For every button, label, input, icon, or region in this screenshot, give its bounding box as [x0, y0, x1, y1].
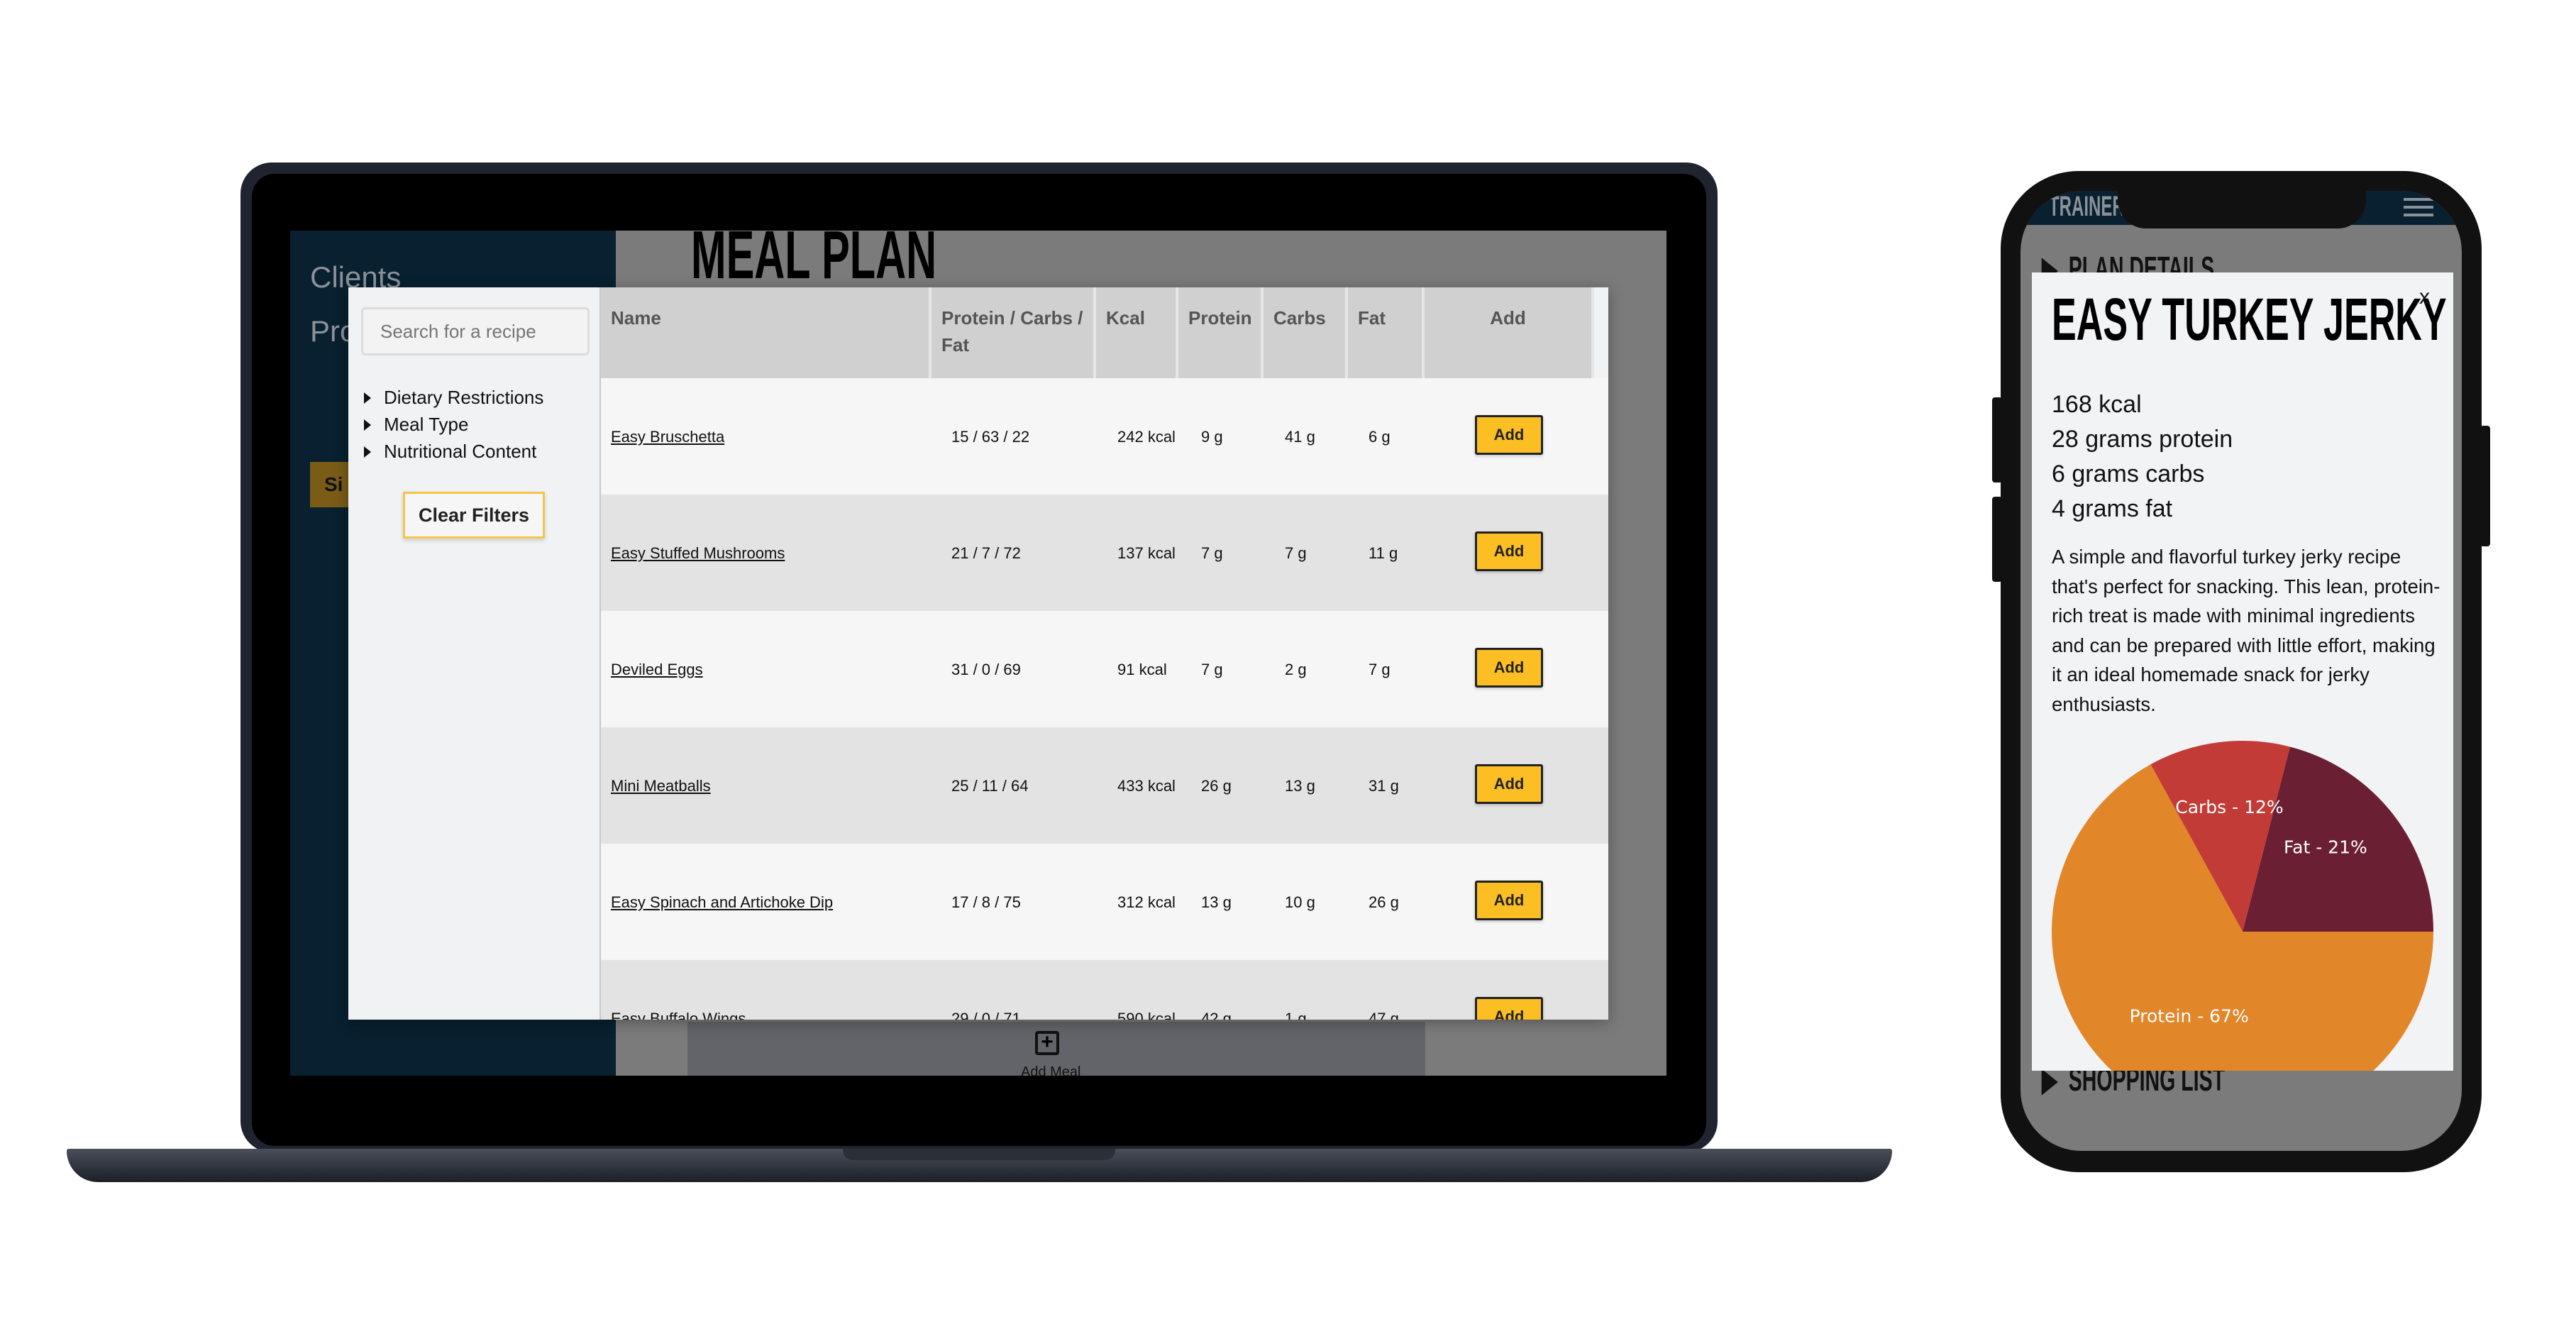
filter-label: Dietary Restrictions: [384, 387, 544, 408]
cell-protein: 7 g: [1201, 544, 1223, 562]
recipe-picker-modal: Dietary Restrictions Meal Type Nutrition…: [348, 287, 1608, 1020]
page-title: MEAL PLAN: [691, 231, 937, 293]
cell-fat: 26 g: [1369, 893, 1399, 911]
cell-fat: 47 g: [1369, 1010, 1399, 1020]
recipe-search-input[interactable]: [361, 307, 590, 355]
cell-protein: 26 g: [1201, 777, 1232, 795]
cell-ratio: 25 / 11 / 64: [951, 777, 1029, 795]
column-header-fat[interactable]: Fat: [1348, 287, 1425, 378]
hamburger-menu-icon[interactable]: [2404, 198, 2433, 216]
cell-kcal: 433 kcal: [1117, 777, 1176, 795]
add-recipe-button[interactable]: Add: [1475, 764, 1543, 804]
caret-right-icon: [364, 419, 371, 431]
cell-kcal: 590 kcal: [1117, 1010, 1176, 1020]
cell-fat: 11 g: [1369, 544, 1398, 562]
recipe-name-link[interactable]: Easy Bruschetta: [611, 428, 724, 446]
cell-kcal: 242 kcal: [1117, 428, 1176, 446]
cell-ratio: 15 / 63 / 22: [951, 428, 1030, 446]
column-header-add[interactable]: Add: [1425, 287, 1594, 378]
macro-pie-chart: Fat - 21%Carbs - 12% Protein - 67%: [2052, 741, 2433, 1071]
cell-fat: 7 g: [1369, 661, 1391, 678]
cell-carbs: 7 g: [1285, 544, 1307, 562]
cell-protein: 7 g: [1201, 661, 1223, 678]
recipe-name-link[interactable]: Easy Buffalo Wings: [611, 1010, 746, 1020]
recipe-name-link[interactable]: Easy Stuffed Mushrooms: [611, 544, 785, 563]
cell-carbs: 13 g: [1285, 777, 1315, 795]
cell-carbs: 2 g: [1285, 661, 1307, 678]
table-row: Deviled Eggs 31 / 0 / 69 91 kcal 7 g 2 g 7 g A…: [601, 611, 1608, 727]
phone-power-button: [2480, 426, 2490, 546]
column-header-carbs[interactable]: Carbs: [1264, 287, 1348, 378]
table-row: Easy Buffalo Wings 29 / 0 / 71 590 kcal 42 …: [601, 960, 1608, 1020]
recipe-detail-modal: EASY TURKEY JERKY x 168 kcal 28 grams pr…: [2032, 272, 2453, 1071]
cell-ratio: 17 / 8 / 75: [951, 893, 1021, 911]
caret-right-icon: [364, 446, 371, 458]
filter-label: Nutritional Content: [384, 441, 537, 462]
add-meal-icon[interactable]: +: [1035, 1031, 1059, 1055]
cell-carbs: 1 g: [1285, 1010, 1307, 1020]
recipe-name-link[interactable]: Mini Meatballs: [611, 777, 711, 795]
filter-meal-type[interactable]: Meal Type: [364, 414, 468, 436]
phone-volume-button: [1992, 397, 2002, 482]
cell-protein: 42 g: [1201, 1010, 1232, 1020]
cell-carbs: 41 g: [1285, 428, 1315, 446]
caret-right-icon: [364, 392, 371, 404]
column-header-protein[interactable]: Protein: [1178, 287, 1264, 378]
pie-label: Fat - 21%: [2284, 837, 2367, 857]
cell-fat: 31 g: [1369, 777, 1399, 795]
table-row: Easy Spinach and Artichoke Dip 17 / 8 / 7…: [601, 844, 1608, 960]
add-recipe-button[interactable]: Add: [1475, 648, 1543, 688]
cell-protein: 9 g: [1201, 428, 1223, 446]
filter-dietary-restrictions[interactable]: Dietary Restrictions: [364, 387, 543, 409]
add-meal-label[interactable]: Add Meal: [1021, 1064, 1081, 1076]
cell-carbs: 10 g: [1285, 893, 1315, 911]
add-recipe-button[interactable]: Add: [1475, 531, 1543, 571]
cell-ratio: 21 / 7 / 72: [951, 544, 1021, 562]
cell-ratio: 31 / 0 / 69: [951, 661, 1021, 678]
recipe-table: Name Protein / Carbs / Fat Kcal Protein Carb…: [601, 287, 1608, 1020]
add-recipe-button[interactable]: Add: [1475, 881, 1543, 920]
cell-protein: 13 g: [1201, 893, 1232, 911]
recipe-name-link[interactable]: Easy Spinach and Artichoke Dip: [611, 893, 833, 912]
column-header-protein-carbs-fat[interactable]: Protein / Carbs / Fat: [932, 287, 1096, 378]
filter-panel: Dietary Restrictions Meal Type Nutrition…: [348, 287, 601, 1020]
cell-kcal: 137 kcal: [1117, 544, 1176, 562]
phone-volume-button: [1992, 497, 2002, 582]
laptop-hinge: [843, 1149, 1115, 1160]
table-row: Easy Stuffed Mushrooms 21 / 7 / 72 137 kca…: [601, 495, 1608, 611]
table-row: Easy Bruschetta 15 / 63 / 22 242 kcal 9 g 41…: [601, 378, 1608, 495]
cell-kcal: 91 kcal: [1117, 661, 1167, 678]
add-recipe-button[interactable]: Add: [1475, 997, 1543, 1020]
filter-nutritional-content[interactable]: Nutritional Content: [364, 441, 536, 463]
cell-kcal: 312 kcal: [1117, 893, 1176, 911]
cell-ratio: 29 / 0 / 71: [951, 1010, 1021, 1020]
pie-label: Carbs - 12%: [2175, 797, 2283, 817]
column-header-kcal[interactable]: Kcal: [1096, 287, 1178, 378]
phone-notch: [2118, 186, 2366, 228]
pie-label: Protein - 67%: [2130, 1005, 2249, 1026]
recipe-name-link[interactable]: Deviled Eggs: [611, 661, 703, 679]
clear-filters-button[interactable]: Clear Filters: [403, 492, 545, 539]
column-header-name[interactable]: Name: [601, 287, 932, 378]
add-recipe-button[interactable]: Add: [1475, 415, 1543, 455]
table-row: Mini Meatballs 25 / 11 / 64 433 kcal 26 g 13…: [601, 727, 1608, 844]
brand-logo: TRAINER: [2049, 191, 2125, 222]
filter-label: Meal Type: [384, 414, 469, 435]
cell-fat: 6 g: [1369, 428, 1391, 446]
